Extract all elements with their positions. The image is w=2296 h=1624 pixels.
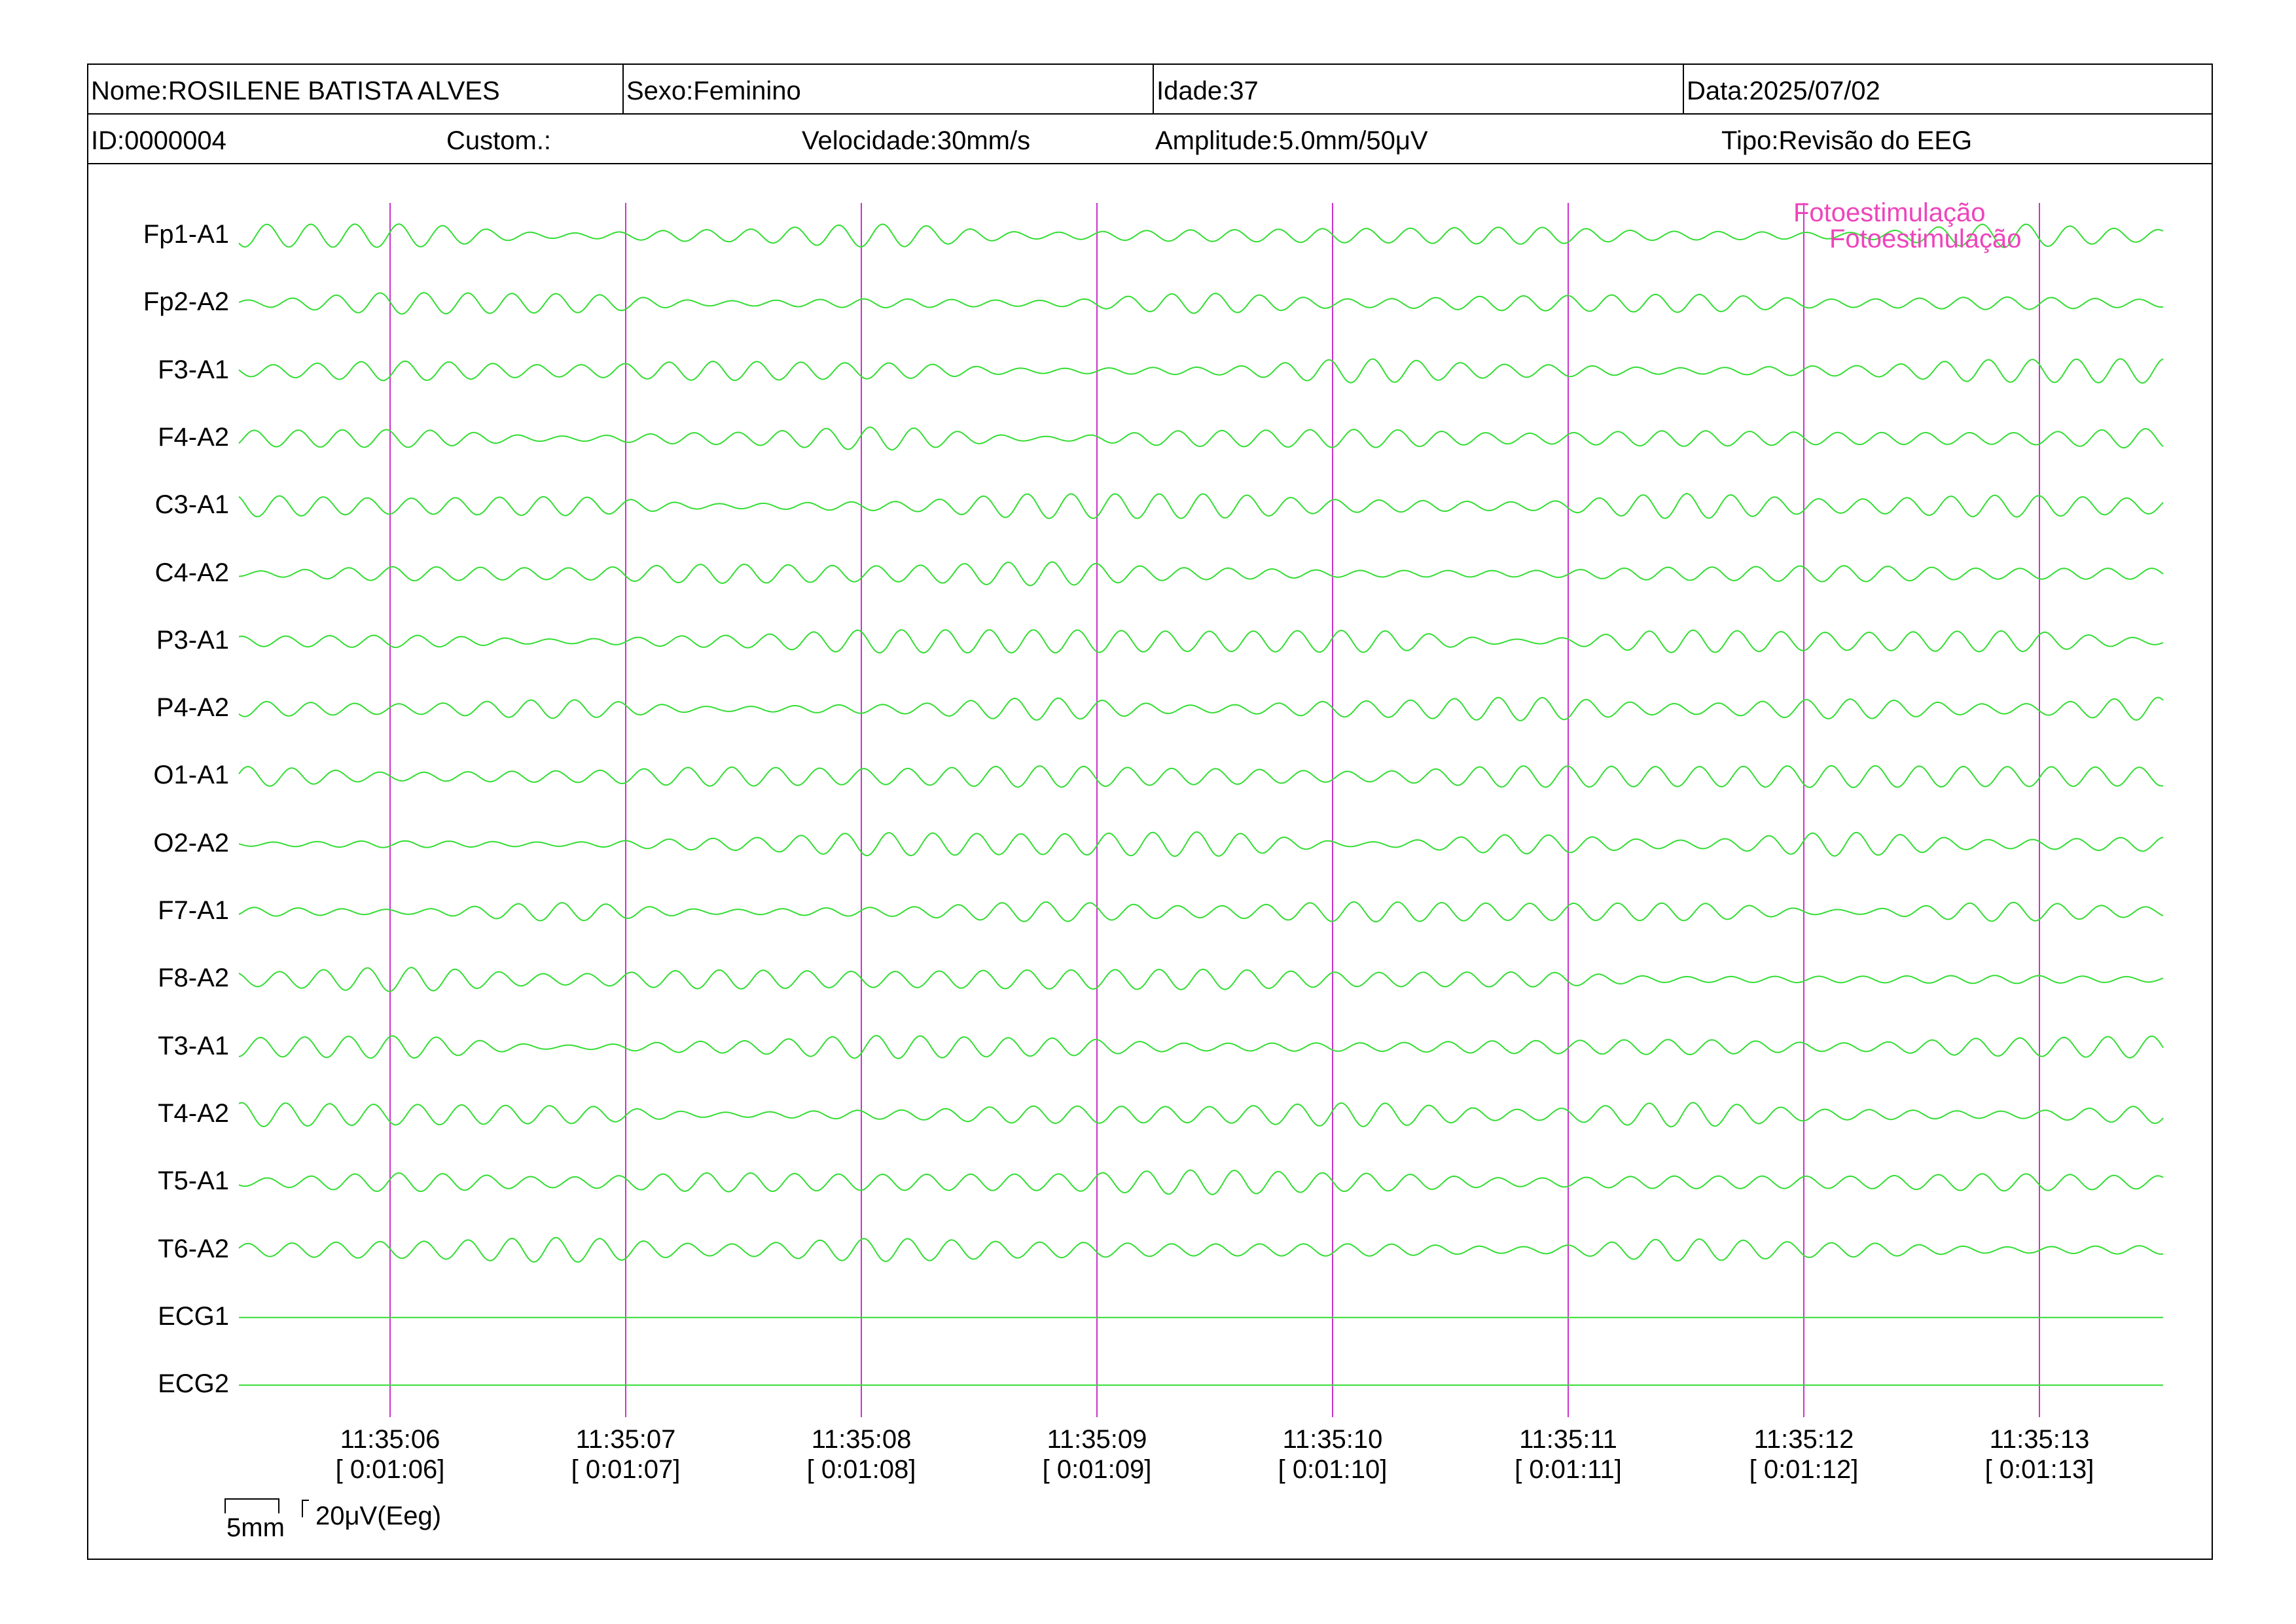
channel-label: T6-A2 xyxy=(158,1234,229,1263)
channel-trace xyxy=(238,1236,2164,1263)
time-marker-label: 11:35:06[ 0:01:06] xyxy=(305,1424,475,1485)
time-marker-label: 11:35:10[ 0:01:10] xyxy=(1247,1424,1418,1485)
amplitude-scale-bracket xyxy=(302,1500,309,1517)
time-marker-elapsed: [ 0:01:08] xyxy=(806,1455,916,1484)
time-marker-elapsed: [ 0:01:09] xyxy=(1042,1455,1152,1484)
eeg-traces-plot: FotoestimulaçãoFotoestimulação xyxy=(238,198,2164,1417)
channel-trace xyxy=(238,292,2164,315)
time-marker-elapsed: [ 0:01:11] xyxy=(1515,1455,1622,1484)
channel-label: C4-A2 xyxy=(154,558,229,587)
channel-label: P4-A2 xyxy=(156,693,229,723)
channel-label: C3-A1 xyxy=(154,490,229,520)
channel-label: P3-A1 xyxy=(156,625,229,655)
channel-trace xyxy=(238,765,2164,789)
channel-trace xyxy=(238,493,2164,520)
time-marker-label: 11:35:08[ 0:01:08] xyxy=(776,1424,946,1485)
channel-label: O2-A2 xyxy=(153,828,229,857)
time-marker-elapsed: [ 0:01:10] xyxy=(1278,1455,1388,1484)
amplitude-scale-label: 20μV(Eeg) xyxy=(315,1502,442,1530)
channel-label: ECG1 xyxy=(158,1301,229,1331)
channel-trace xyxy=(238,831,2164,857)
time-marker-clock: 11:35:12 xyxy=(1753,1425,1854,1454)
channel-trace xyxy=(238,1102,2164,1128)
channel-label: F4-A2 xyxy=(158,422,229,452)
time-marker-clock: 11:35:08 xyxy=(811,1425,912,1454)
channel-trace xyxy=(238,426,2164,451)
time-marker-label: 11:35:13[ 0:01:13] xyxy=(1954,1424,2125,1485)
time-marker-elapsed: [ 0:01:13] xyxy=(1984,1455,2094,1484)
time-marker-label: 11:35:09[ 0:01:09] xyxy=(1012,1424,1182,1485)
time-marker-elapsed: [ 0:01:07] xyxy=(571,1455,681,1484)
event-annotation: Fotoestimulação xyxy=(1793,198,1985,227)
time-scale-label: 5mm xyxy=(226,1513,285,1542)
channel-trace xyxy=(238,1035,2164,1060)
channel-label: Fp2-A2 xyxy=(143,287,229,317)
channel-label: T4-A2 xyxy=(158,1098,229,1128)
channel-label: F3-A1 xyxy=(158,355,229,384)
time-marker-elapsed: [ 0:01:06] xyxy=(335,1455,445,1484)
time-marker-label: 11:35:11[ 0:01:11] xyxy=(1483,1424,1653,1485)
channel-trace xyxy=(238,561,2164,586)
time-marker-clock: 11:35:11 xyxy=(1519,1425,1617,1454)
channel-label: Fp1-A1 xyxy=(143,220,229,249)
time-marker-label: 11:35:12[ 0:01:12] xyxy=(1719,1424,1889,1485)
channel-trace xyxy=(238,967,2164,992)
channel-label: F7-A1 xyxy=(158,896,229,925)
channel-trace xyxy=(238,1169,2164,1195)
time-marker-clock: 11:35:13 xyxy=(1989,1425,2090,1454)
time-marker-label: 11:35:07[ 0:01:07] xyxy=(541,1424,711,1485)
channel-label: T3-A1 xyxy=(158,1031,229,1060)
time-marker-elapsed: [ 0:01:12] xyxy=(1749,1455,1859,1484)
time-marker-clock: 11:35:10 xyxy=(1282,1425,1383,1454)
channel-label: T5-A1 xyxy=(158,1166,229,1196)
channel-label: O1-A1 xyxy=(153,761,229,790)
channel-trace xyxy=(238,358,2164,384)
time-marker-clock: 11:35:07 xyxy=(575,1425,676,1454)
channel-label: ECG2 xyxy=(158,1369,229,1399)
channel-trace xyxy=(238,696,2164,721)
time-marker-clock: 11:35:06 xyxy=(340,1425,440,1454)
channel-label: F8-A2 xyxy=(158,964,229,993)
event-annotation: Fotoestimulação xyxy=(1829,225,2021,253)
channel-trace xyxy=(238,901,2164,923)
time-marker-clock: 11:35:09 xyxy=(1047,1425,1147,1454)
channel-trace xyxy=(238,629,2164,654)
